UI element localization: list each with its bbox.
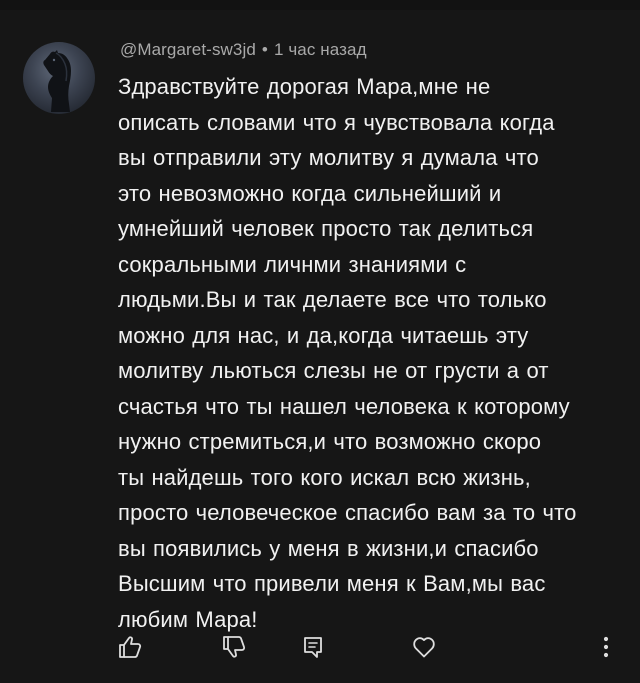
avatar[interactable] — [23, 42, 95, 114]
heart-icon — [413, 637, 435, 658]
meta-separator: • — [261, 40, 268, 59]
reply-button[interactable] — [293, 627, 333, 667]
heart-button[interactable] — [404, 627, 444, 667]
like-button[interactable] — [110, 627, 150, 667]
comment-author[interactable]: @Margaret-sw3jd — [120, 40, 256, 59]
thumbs-up-icon — [119, 636, 142, 658]
comment-actions — [0, 627, 640, 667]
comment-meta: @Margaret-sw3jd • 1 час назад — [120, 40, 367, 60]
reply-comment-icon — [304, 637, 322, 658]
horse-silhouette-icon — [43, 50, 71, 112]
comment-text: Здравствуйте дорогая Мара,мне не описать… — [118, 74, 577, 632]
more-options-button[interactable] — [586, 627, 626, 667]
dislike-button[interactable] — [214, 627, 254, 667]
comment-card: @Margaret-sw3jd • 1 час назад Здравствуйте… — [0, 10, 640, 683]
more-vertical-icon — [603, 636, 609, 658]
thumbs-down-icon — [223, 636, 246, 658]
comment-time: 1 час назад — [273, 40, 367, 59]
comment-screen: @Margaret-sw3jd • 1 час назад Здравствуйте… — [0, 0, 640, 683]
